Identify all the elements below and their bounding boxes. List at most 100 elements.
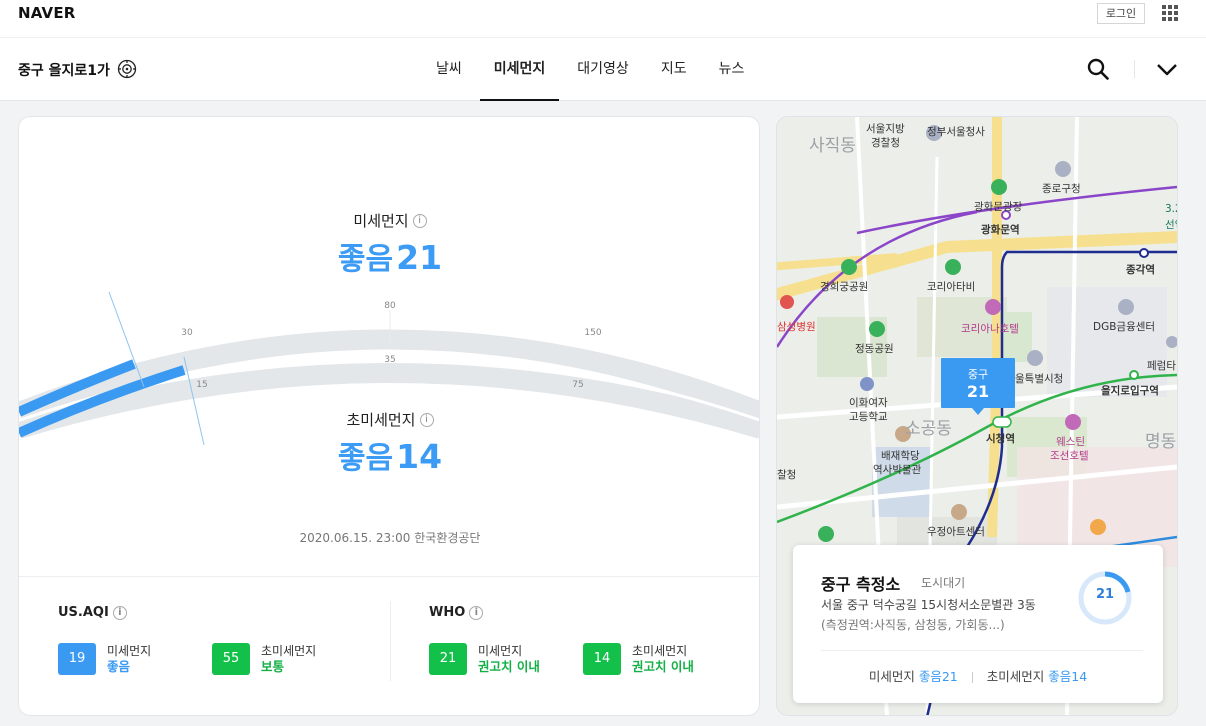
map-label-gyeonghui: 경희궁공원 — [820, 281, 869, 293]
tab-map[interactable]: 지도 — [645, 38, 703, 101]
map-label-westin-1: 웨스틴 — [1056, 436, 1085, 448]
who-pm10-grade: 권고치 이내 — [478, 659, 540, 674]
tab-news[interactable]: 뉴스 — [703, 38, 761, 101]
tab-weather[interactable]: 날씨 — [420, 38, 478, 101]
map-label-westin-2: 조선호텔 — [1050, 450, 1089, 462]
usaqi-pm10-badge: 19 — [58, 643, 96, 675]
who-pm10-desc: 미세먼지 권고치 이내 — [478, 643, 540, 675]
usaqi-pm10-desc: 미세먼지 좋음 — [107, 643, 151, 675]
map-label-gwanghwamun-stn: 광화문역 — [981, 224, 1020, 236]
tab-air-video[interactable]: 대기영상 — [561, 38, 645, 101]
map-label-samsung-hosp: 삼성병원 — [777, 321, 816, 333]
pm25-grade: 좋음 — [337, 441, 394, 476]
tick-inner-15: 15 — [196, 380, 207, 390]
pm10-label-row: 미세먼지 i — [19, 210, 759, 231]
fine-dust-card: 30 80 150 15 35 75 미세먼지 i 좋음21 초미세먼지 i 좋음1… — [18, 116, 760, 716]
map-label-gwanghwamun-plaza: 광화문광장 — [974, 201, 1023, 213]
who-title-text: WHO — [429, 605, 466, 620]
who-pm25-label: 초미세먼지 — [632, 644, 688, 658]
pm25-value: 좋음14 — [19, 433, 759, 477]
station-pm10-value: 21 — [941, 669, 958, 684]
usaqi-pm25-badge: 55 — [212, 643, 250, 675]
map-label-sajik: 사직동 — [809, 136, 856, 156]
tick-outer-30: 30 — [181, 328, 193, 338]
station-type: 도시대기 — [921, 576, 966, 590]
usaqi-pm25-desc: 초미세먼지 보통 — [261, 643, 316, 675]
map-label-pairai: 페럼타 — [1147, 360, 1176, 372]
pm25-label: 초미세먼지 — [346, 411, 416, 429]
info-icon[interactable]: i — [112, 605, 127, 620]
tick-outer-150: 150 — [584, 328, 601, 338]
info-icon[interactable]: i — [419, 412, 434, 427]
pm25-needle — [183, 356, 205, 446]
map-label-woojeong: 우정아트센터 — [927, 526, 985, 538]
who-pm25-desc: 초미세먼지 권고치 이내 — [632, 643, 694, 675]
station-divider — [821, 650, 1143, 651]
map-card[interactable]: 사직동 소공동 명동 서울지방 경찰청 정부서울청사 종로구청 광화문광장 광화… — [776, 116, 1178, 716]
map-label-korea-atv: 코리아타비 — [927, 281, 976, 293]
nav-bar: 중구 을지로1가 날씨 미세먼지 대기영상 지도 뉴스 — [0, 38, 1206, 101]
pm10-label: 미세먼지 — [353, 212, 409, 230]
map-label-euljiro-stn: 을지로입구역 — [1101, 385, 1159, 397]
dust-gauge: 30 80 150 15 35 75 — [19, 291, 759, 446]
map-label-sogong: 소공동 — [905, 419, 952, 439]
station-title: 중구 측정소 — [821, 575, 901, 594]
who-pm10-badge: 21 — [429, 643, 467, 675]
nav-tabs: 날씨 미세먼지 대기영상 지도 뉴스 — [420, 38, 760, 101]
tick-outer-80: 80 — [384, 301, 396, 311]
map-label-ewha-2: 고등학교 — [849, 411, 888, 423]
station-pm25-grade: 좋음 — [1048, 669, 1072, 684]
marker-value: 21 — [966, 382, 990, 401]
gps-target-icon[interactable] — [117, 59, 137, 79]
map-label-ewha-1: 이화여자 — [849, 397, 888, 409]
measure-timestamp: 2020.06.15. 23:00 한국환경공단 — [299, 531, 481, 545]
map-label-police-1: 서울지방 — [866, 123, 905, 135]
tab-fine-dust[interactable]: 미세먼지 — [478, 38, 562, 101]
station-marker[interactable]: 중구 21 — [941, 358, 1015, 415]
login-button[interactable]: 로그인 — [1097, 3, 1145, 24]
usaqi-pm10-grade: 좋음 — [107, 659, 131, 674]
station-address: 서울 중구 덕수궁길 15시청서소문별관 3동 — [821, 598, 1036, 612]
map-label-seon: 선익 — [1165, 219, 1177, 231]
marker-name: 중구 — [967, 368, 989, 381]
map-label-paichai-1: 배재학당 — [881, 450, 920, 462]
card-divider — [19, 576, 759, 577]
pm25-label-row: 초미세먼지 i — [19, 409, 759, 430]
map-label-line-32: 3.2 — [1165, 203, 1177, 215]
who-pm25-badge: 14 — [583, 643, 621, 675]
usaqi-pm25-grade: 보통 — [261, 659, 285, 674]
map-label-dgb: DGB금융센터 — [1093, 321, 1156, 333]
location-name[interactable]: 중구 을지로1가 — [18, 60, 110, 80]
map-label-deoksu-cheong: 찰청 — [777, 469, 797, 481]
station-info-panel[interactable]: 중구 측정소 도시대기 서울 중구 덕수궁길 15시청서소문별관 3동 (측정권… — [793, 545, 1163, 703]
station-pm10-grade: 좋음 — [918, 669, 942, 684]
pm25-number: 14 — [396, 437, 443, 476]
section-separator — [390, 601, 391, 681]
map-label-city-hall-stn: 시청역 — [986, 433, 1015, 445]
nav-divider — [1134, 60, 1135, 78]
station-pm25-value: 14 — [1071, 669, 1088, 684]
usaqi-pm25-label: 초미세먼지 — [261, 644, 317, 658]
map-label-jongno-office: 종로구청 — [1042, 183, 1081, 195]
station-summary: 미세먼지 좋음21 초미세먼지 좋음14 — [793, 666, 1163, 685]
search-icon[interactable] — [1087, 58, 1109, 80]
pm10-number: 21 — [396, 238, 443, 277]
station-scope: (측정권역:사직동, 삼청동, 가회동...) — [821, 618, 1005, 632]
map-label-jeongdong: 정동공원 — [855, 343, 894, 355]
who-pm25-grade: 권고치 이내 — [632, 659, 694, 674]
naver-logo[interactable]: NAVER — [18, 4, 76, 22]
station-pm10-label: 미세먼지 — [868, 669, 915, 684]
info-icon[interactable]: i — [469, 605, 484, 620]
info-icon[interactable]: i — [412, 213, 427, 228]
usaqi-title-text: US.AQI — [58, 605, 109, 620]
tick-inner-35: 35 — [384, 355, 395, 365]
summary-separator — [971, 672, 973, 683]
usaqi-pm10-label: 미세먼지 — [107, 644, 152, 658]
tick-inner-75: 75 — [572, 380, 583, 390]
map-label-police-2: 경찰청 — [871, 137, 900, 149]
map-label-jonggak-stn: 종각역 — [1126, 264, 1155, 276]
station-ring-value: 21 — [1095, 587, 1115, 602]
usaqi-title: US.AQI i — [58, 605, 127, 620]
apps-grid-icon[interactable] — [1162, 5, 1178, 21]
chevron-down-icon[interactable] — [1155, 60, 1179, 80]
